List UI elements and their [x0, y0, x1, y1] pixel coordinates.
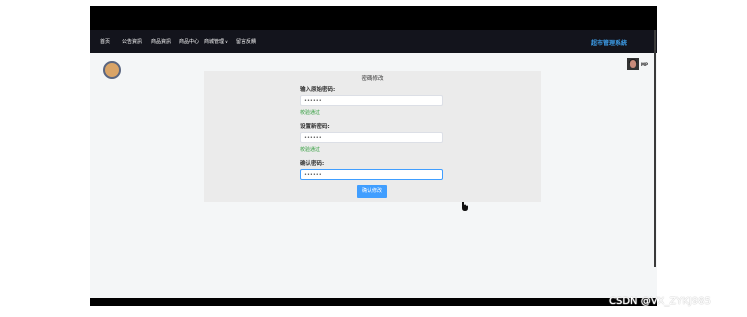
nav-announcements[interactable]: 公告資訊	[122, 38, 142, 45]
old-password-validation: 校验通过	[300, 110, 321, 116]
top-navbar: 首页 公告資訊 商品資訊 商品中心 商城管理∨ 留言反饋 超市管理系統	[90, 30, 657, 53]
brand-title: 超市管理系統	[590, 40, 627, 47]
old-password-input[interactable]: ••••••	[300, 95, 443, 106]
new-password-label: 设置新密码:	[300, 124, 330, 130]
old-password-label: 输入原始密码:	[300, 87, 336, 93]
panel-title: 密碼修改	[361, 76, 384, 82]
nav-feedback[interactable]: 留言反饋	[236, 38, 256, 45]
avatar-face	[630, 60, 636, 68]
password-change-panel: 密碼修改 输入原始密码: •••••• 校验通过 设置新密码: •••••• 校…	[204, 71, 541, 202]
nav-mall-management-label: 商城管理	[204, 39, 225, 45]
bottom-black-bar	[90, 298, 657, 306]
confirm-change-button[interactable]: 确认修改	[357, 185, 387, 198]
new-password-input[interactable]: ••••••	[300, 132, 443, 143]
top-black-bar	[90, 6, 657, 30]
confirm-password-label: 确认密码:	[300, 161, 325, 167]
nav-product-center[interactable]: 商品中心	[179, 38, 199, 45]
new-password-validation: 校验通过	[300, 147, 321, 153]
watermark-text: CSDN @VX_ZYKJ985	[609, 296, 711, 307]
nav-product-info[interactable]: 商品資訊	[151, 38, 171, 45]
browser-viewport: 首页 公告資訊 商品資訊 商品中心 商城管理∨ 留言反饋 超市管理系統 MP 密…	[90, 6, 657, 306]
site-logo[interactable]	[103, 61, 121, 79]
chevron-down-icon: ∨	[225, 39, 228, 44]
user-name[interactable]: MP	[641, 62, 648, 67]
user-avatar[interactable]	[627, 58, 639, 70]
nav-mall-management[interactable]: 商城管理∨	[204, 38, 228, 45]
nav-home[interactable]: 首页	[100, 38, 110, 45]
confirm-password-input[interactable]: ••••••	[300, 169, 443, 180]
scrollbar[interactable]	[654, 30, 656, 267]
